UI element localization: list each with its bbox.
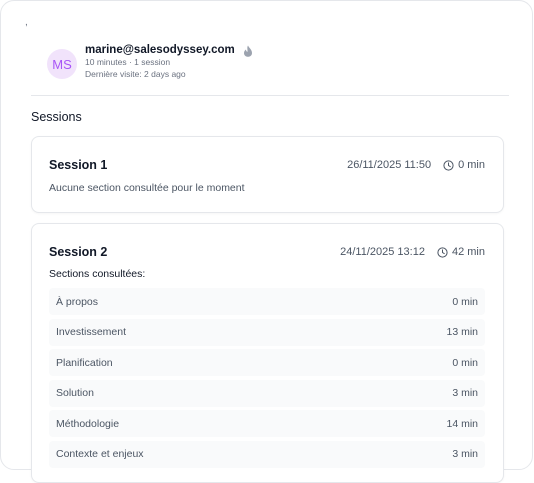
divider [31,95,509,96]
session-card-2[interactable]: Session 2 24/11/2025 13:12 42 min Sectio… [31,223,504,483]
section-name: Contexte et enjeux [56,448,144,460]
sessions-heading: Sessions [31,110,82,124]
section-time: 13 min [446,326,478,338]
visitor-email: marine@salesodyssey.com [85,44,235,56]
section-row: Investissement 13 min [49,318,485,346]
session-datetime: 26/11/2025 11:50 [347,159,432,171]
session-duration: 0 min [458,159,485,171]
section-row: Contexte et enjeux 3 min [49,440,485,468]
session-duration: 42 min [451,246,485,258]
section-time: 0 min [452,295,478,308]
session-title: Session 2 [49,245,108,259]
section-row: Solution 3 min [49,379,485,407]
session-datetime: 24/11/2025 13:12 [340,246,425,258]
avatar: MS [47,49,77,79]
last-visit: Dernière visite: 2 days ago [85,69,186,79]
section-row: Planification 0 min [49,349,485,376]
section-name: Solution [56,387,94,399]
section-row: À propos 0 min [49,288,485,315]
section-name: Planification [56,356,113,369]
session-meta: 24/11/2025 13:12 42 min [340,246,485,258]
section-row: Méthodologie 14 min [49,410,485,437]
session-meta: 26/11/2025 11:50 0 min [347,159,485,171]
no-sections-text: Aucune section consultée pour le moment [49,182,245,194]
email-row: marine@salesodyssey.com [85,44,253,57]
section-time: 3 min [452,387,478,399]
session-title: Session 1 [49,158,108,172]
visitor-info: marine@salesodyssey.com 10 minutes · 1 s… [85,44,253,80]
visitor-detail-panel: , MS marine@salesodyssey.com 10 minutes … [0,0,533,483]
section-name: Investissement [56,326,127,338]
visit-summary: 10 minutes · 1 session [85,57,171,67]
section-time: 0 min [452,356,478,369]
section-name: À propos [56,295,99,308]
stray-mark: , [25,17,28,28]
sections-list: À propos 0 min Investissement 13 min Pla… [49,288,485,471]
sections-label: Sections consultées: [49,268,146,280]
clock-icon [437,246,448,258]
section-time: 3 min [452,448,478,460]
clock-icon [443,159,454,171]
session-card-1[interactable]: Session 1 26/11/2025 11:50 0 min Aucune … [31,136,504,213]
section-time: 14 min [446,417,478,430]
section-name: Méthodologie [56,417,120,430]
visitor-header: MS marine@salesodyssey.com 10 minutes · … [47,44,253,80]
flame-icon [243,44,253,57]
